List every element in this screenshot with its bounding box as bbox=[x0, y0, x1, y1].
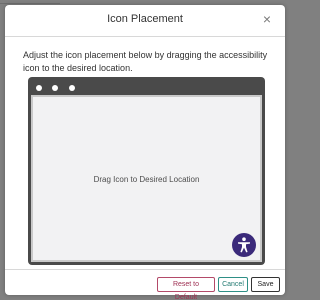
close-icon[interactable]: × bbox=[259, 10, 275, 28]
accessibility-icon[interactable] bbox=[232, 233, 256, 257]
browser-preview: Drag Icon to Desired Location bbox=[28, 77, 265, 265]
accessibility-figure-icon bbox=[238, 237, 250, 253]
save-button[interactable]: Save bbox=[251, 277, 280, 292]
modal-footer: Reset to Default Cancel Save bbox=[5, 269, 285, 300]
reset-to-default-button[interactable]: Reset to Default bbox=[157, 277, 215, 300]
window-dot bbox=[68, 85, 75, 91]
modal-body: Adjust the icon placement below by dragg… bbox=[23, 49, 271, 75]
icon-placement-modal: Icon Placement × Adjust the icon placeme… bbox=[5, 5, 285, 300]
modal-header: Icon Placement × bbox=[5, 5, 285, 37]
modal-title: Icon Placement bbox=[107, 13, 183, 25]
window-dots bbox=[36, 85, 81, 92]
cancel-button[interactable]: Cancel bbox=[218, 277, 248, 292]
backdrop-divider bbox=[0, 3, 60, 4]
drop-area[interactable]: Drag Icon to Desired Location bbox=[31, 95, 262, 262]
drop-area-label: Drag Icon to Desired Location bbox=[93, 175, 200, 184]
window-dot bbox=[36, 85, 42, 91]
instructions-text: Adjust the icon placement below by dragg… bbox=[23, 50, 268, 73]
window-dot bbox=[52, 85, 59, 91]
